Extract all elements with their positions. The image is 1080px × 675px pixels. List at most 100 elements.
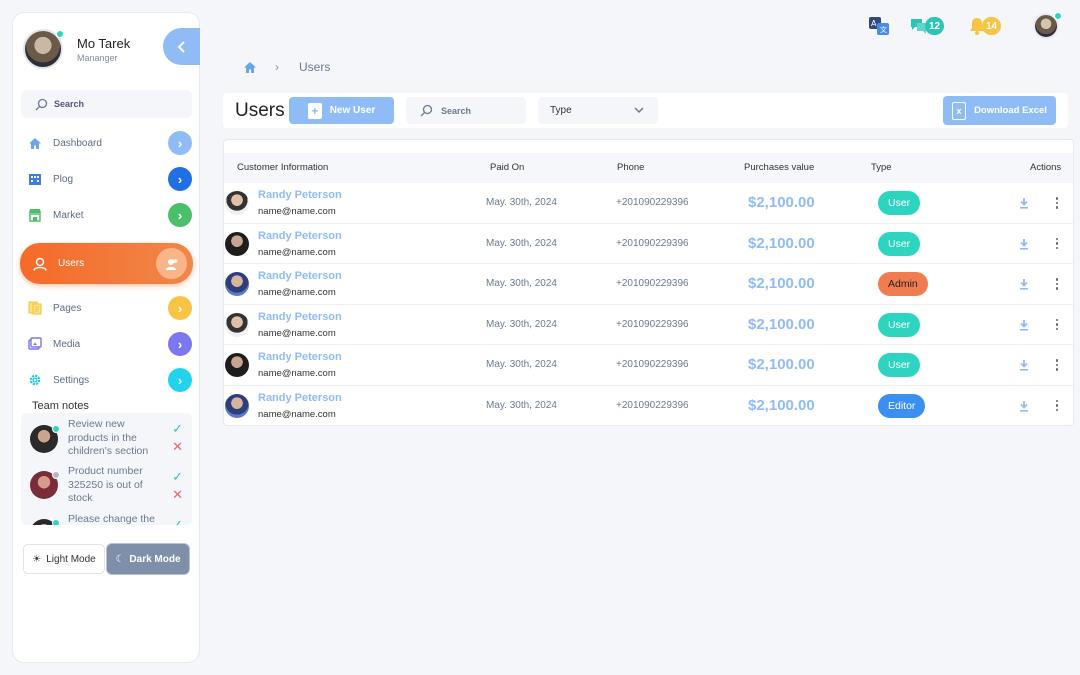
collapse-sidebar-button[interactable]: [163, 28, 200, 65]
customer-name[interactable]: Randy Peterson: [258, 392, 342, 404]
sidebar-search[interactable]: Search: [21, 90, 192, 118]
download-icon[interactable]: [1017, 195, 1031, 211]
purchases-value: $2,100.00: [748, 234, 815, 252]
note-text: Please change the: [68, 513, 155, 525]
phone-number: +201090229396: [616, 237, 689, 249]
more-vertical-icon[interactable]: [1052, 195, 1062, 211]
sidebar-item-label: Media: [53, 338, 81, 350]
close-icon[interactable]: ✕: [172, 487, 183, 503]
more-vertical-icon[interactable]: [1052, 357, 1062, 373]
table-header: Customer Information Paid On Phone Purch…: [224, 153, 1073, 183]
sidebar-item-label: Dashboard: [53, 137, 102, 149]
notifications-button[interactable]: 14: [968, 14, 1002, 38]
customer-email: name@name.com: [258, 246, 336, 258]
chevron-right-icon: ›: [168, 332, 192, 356]
customer-name[interactable]: Randy Peterson: [258, 270, 342, 282]
sidebar-item-media[interactable]: Media ›: [21, 331, 192, 357]
user-icon: [32, 256, 48, 272]
new-user-button[interactable]: + New User: [289, 97, 394, 124]
avatar: [225, 353, 249, 377]
table-row[interactable]: Randy Peterson name@name.com May. 30th, …: [224, 345, 1073, 386]
online-status-dot: [1054, 12, 1062, 20]
avatar: [225, 312, 249, 337]
download-excel-label: Download Excel: [974, 105, 1047, 116]
dark-mode-button[interactable]: ☾ Dark Mode: [107, 544, 189, 574]
sidebar-item-settings[interactable]: Settings ›: [21, 367, 192, 393]
profile-avatar[interactable]: [23, 29, 64, 69]
building-icon: [27, 171, 43, 187]
check-icon[interactable]: ✓: [172, 517, 183, 525]
table-row[interactable]: Randy Peterson name@name.com May. 30th, …: [224, 305, 1073, 345]
profile-name: Mo Tarek: [77, 35, 131, 51]
close-icon[interactable]: ✕: [172, 439, 183, 455]
phone-number: +201090229396: [616, 278, 689, 289]
sidebar: Mo Tarek Mananger Search Dashboard › Plo…: [12, 12, 200, 663]
check-icon[interactable]: ✓: [172, 421, 183, 437]
svg-text:文: 文: [880, 25, 887, 34]
table-row[interactable]: Randy Peterson name@name.com May. 30th, …: [224, 224, 1073, 264]
download-icon[interactable]: [1017, 398, 1031, 414]
home-icon[interactable]: [243, 61, 257, 74]
customer-email: name@name.com: [258, 327, 336, 339]
type-badge: Admin: [878, 272, 928, 296]
download-excel-button[interactable]: x Download Excel: [943, 96, 1056, 125]
type-badge: User: [878, 231, 921, 256]
sidebar-item-market[interactable]: Market ›: [21, 202, 192, 228]
new-user-label: New User: [329, 105, 376, 116]
light-mode-button[interactable]: ☀ Light Mode: [23, 544, 105, 574]
chevron-right-icon: ›: [168, 203, 192, 227]
more-vertical-icon[interactable]: [1052, 398, 1062, 414]
customer-email: name@name.com: [258, 368, 336, 379]
download-icon[interactable]: [1017, 357, 1031, 373]
download-icon[interactable]: [1017, 276, 1031, 292]
messages-button[interactable]: 12: [909, 14, 945, 38]
customer-name[interactable]: Randy Peterson: [258, 351, 342, 363]
sidebar-item-users[interactable]: Users: [20, 243, 193, 284]
phone-number: +201090229396: [616, 318, 689, 330]
check-icon[interactable]: ✓: [172, 469, 183, 485]
purchases-value: $2,100.00: [748, 315, 815, 333]
search-input[interactable]: Search: [406, 97, 526, 124]
users-table: Customer Information Paid On Phone Purch…: [223, 139, 1074, 426]
more-vertical-icon[interactable]: [1052, 276, 1062, 292]
chevron-right-icon: ›: [168, 296, 192, 320]
customer-name[interactable]: Randy Peterson: [258, 189, 342, 201]
download-icon[interactable]: [1017, 317, 1031, 333]
customer-name[interactable]: Randy Peterson: [258, 311, 342, 323]
team-notes-list[interactable]: Review new products in the children's se…: [21, 413, 192, 525]
more-vertical-icon[interactable]: [1052, 236, 1062, 252]
list-item: Product number 325250 is out of stock ✓ …: [21, 465, 192, 513]
table-row[interactable]: Randy Peterson name@name.com May. 30th, …: [224, 183, 1073, 224]
breadcrumb-current: Users: [299, 60, 331, 74]
sidebar-search-label: Search: [54, 99, 85, 109]
sidebar-item-plog[interactable]: Plog ›: [21, 166, 192, 192]
table-row[interactable]: Randy Peterson name@name.com May. 30th, …: [224, 264, 1073, 305]
phone-number: +201090229396: [616, 197, 689, 208]
column-header: Actions: [1030, 162, 1062, 173]
sidebar-item-label: Plog: [53, 173, 74, 185]
customer-email: name@name.com: [258, 287, 336, 298]
customer-name[interactable]: Randy Peterson: [258, 230, 342, 242]
search-icon: [420, 104, 433, 117]
sidebar-item-pages[interactable]: Pages ›: [21, 295, 192, 321]
messages-badge: 12: [925, 17, 945, 35]
online-status-dot: [52, 425, 60, 433]
table-row[interactable]: Randy Peterson name@name.com May. 30th, …: [224, 386, 1073, 426]
chevron-right-icon: ›: [168, 131, 192, 155]
type-select[interactable]: Type: [538, 97, 658, 124]
user-avatar-button[interactable]: [1033, 12, 1062, 39]
sidebar-item-dashboard[interactable]: Dashboard ›: [21, 130, 192, 156]
online-status-dot: [56, 30, 64, 38]
chevron-left-icon: [177, 40, 185, 53]
note-text: Review new products in the children's se…: [68, 418, 149, 457]
more-vertical-icon[interactable]: [1052, 317, 1062, 333]
sidebar-item-label: Settings: [53, 374, 90, 386]
home-icon: [27, 135, 43, 151]
column-header: Purchases value: [744, 162, 815, 173]
profile-role: Mananger: [77, 52, 118, 63]
type-badge: User: [878, 191, 921, 215]
translate-button[interactable]: A文: [868, 14, 890, 38]
phone-number: +201090229396: [616, 359, 689, 370]
column-header: Paid On: [490, 162, 525, 173]
download-icon[interactable]: [1017, 236, 1031, 252]
